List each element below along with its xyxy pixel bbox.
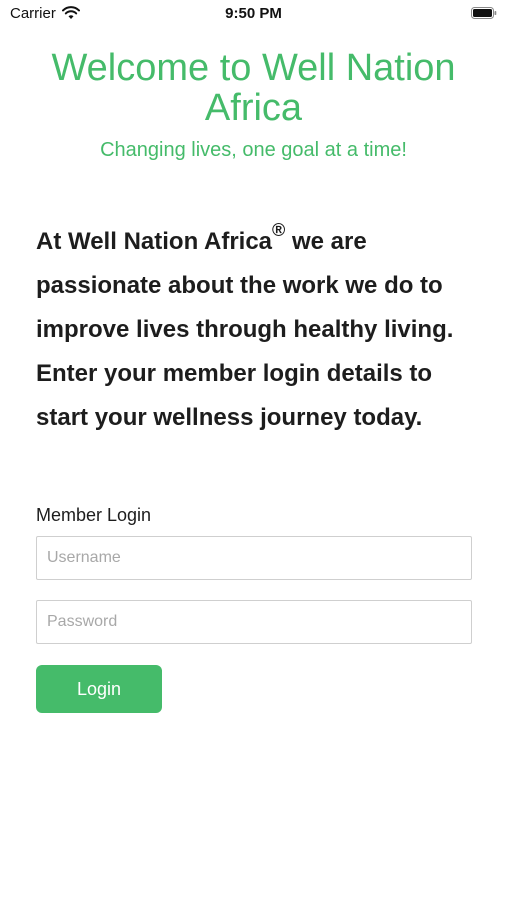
intro-brand: At Well Nation Africa — [36, 228, 273, 255]
page-subtitle: Changing lives, one goal at a time! — [100, 139, 407, 161]
registered-mark: ® — [272, 220, 286, 240]
member-login-label: Member Login — [36, 505, 152, 525]
login-button[interactable]: Login — [36, 665, 162, 713]
battery-icon — [471, 7, 497, 19]
clock: 9:50 PM — [225, 5, 282, 22]
intro-body: we are passionate about the work we do t… — [36, 228, 454, 431]
page-title: Welcome to Well Nation Africa — [51, 47, 456, 129]
password-input[interactable] — [36, 600, 472, 644]
intro-text: At Well Nation Africa® we are passionate… — [36, 220, 476, 440]
status-bar: Carrier 9:50 PM — [0, 0, 507, 28]
username-input[interactable] — [36, 536, 472, 580]
